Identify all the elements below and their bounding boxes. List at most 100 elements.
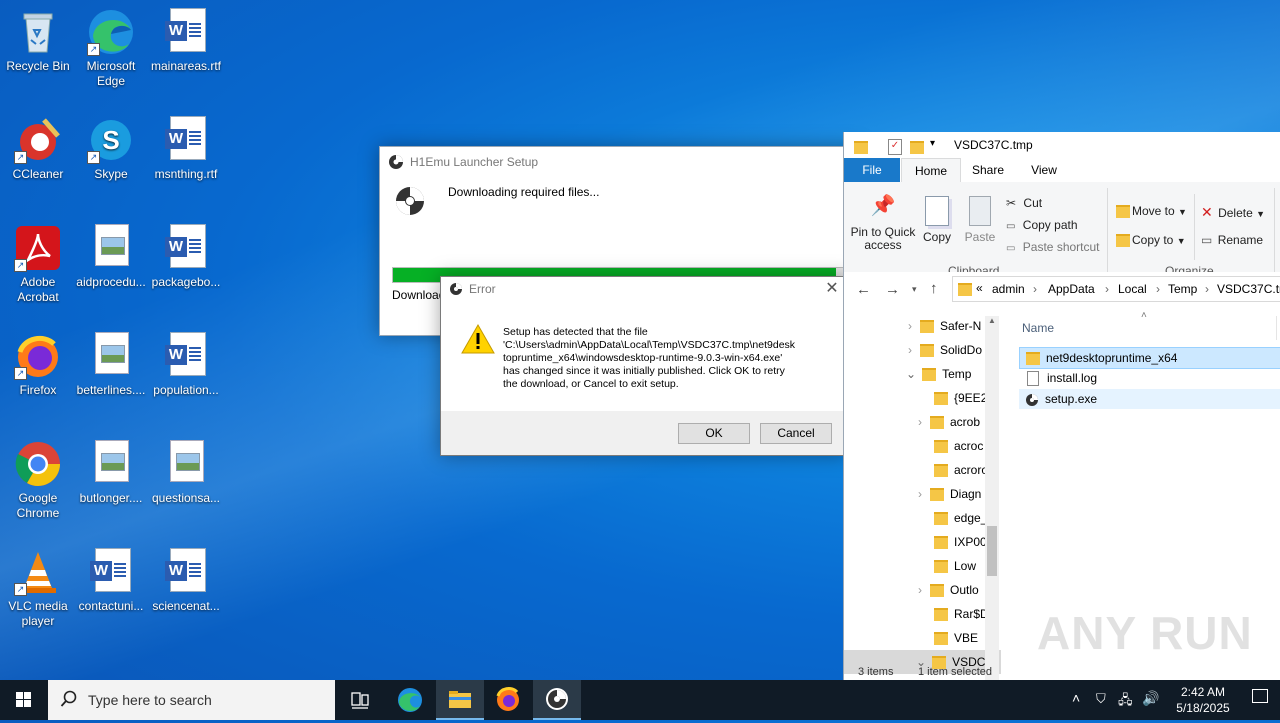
tab-file[interactable]: File	[844, 158, 900, 182]
cut-button[interactable]: ✂ Cut	[1006, 196, 1042, 210]
breadcrumb-admin[interactable]: admin	[992, 282, 1025, 296]
taskbar-firefox[interactable]	[484, 680, 532, 720]
cancel-button[interactable]: Cancel	[760, 423, 832, 444]
desktop-icon-packagebo[interactable]: W packagebo...	[148, 224, 224, 290]
paste-button[interactable]: Paste	[962, 196, 998, 244]
column-header-name[interactable]: Name	[1022, 321, 1054, 335]
desktop-icon-google-chrome[interactable]: Google Chrome	[0, 440, 76, 521]
desktop-icon-mainareas[interactable]: W mainareas.rtf	[148, 8, 224, 74]
word-document-icon: W	[162, 224, 210, 272]
desktop-icon-ccleaner[interactable]: ↗ CCleaner	[0, 116, 76, 182]
word-document-icon: W	[87, 548, 135, 596]
network-icon[interactable]: 🖧	[1118, 691, 1133, 713]
paste-shortcut-button[interactable]: ▭ Paste shortcut	[1006, 240, 1100, 254]
taskbar-file-explorer[interactable]	[436, 680, 484, 720]
copy-icon	[925, 196, 949, 226]
tab-share[interactable]: Share	[962, 158, 1014, 182]
move-to-button[interactable]: Move to ▼	[1116, 204, 1187, 219]
rename-button[interactable]: ▭ Rename	[1201, 233, 1263, 247]
breadcrumb-temp[interactable]: Temp	[1168, 282, 1197, 296]
shortcut-arrow-icon: ↗	[87, 151, 100, 164]
task-view-button[interactable]	[336, 680, 384, 720]
warning-icon	[461, 323, 495, 355]
desktop-icon-msnthing[interactable]: W msnthing.rtf	[148, 116, 224, 182]
error-dialog: Error ✕ Setup has detected that the file…	[440, 276, 848, 456]
desktop-icon-label: CCleaner	[12, 167, 64, 181]
start-button[interactable]	[0, 680, 48, 720]
ok-button[interactable]: OK	[678, 423, 750, 444]
desktop-icon-vlc[interactable]: ↗ VLC media player	[0, 548, 76, 629]
paste-shortcut-icon: ▭	[1006, 243, 1016, 254]
chevron-down-icon: ▼	[1256, 209, 1266, 219]
image-file-icon	[87, 224, 135, 272]
new-folder-icon[interactable]	[910, 141, 924, 154]
error-titlebar[interactable]: Error	[441, 277, 847, 301]
status-bar: 3 items 1 item selected	[844, 662, 1280, 680]
copy-path-icon: ▭	[1006, 221, 1016, 232]
explorer-titlebar[interactable]: ✓ ▾ VSDC37C.tmp	[844, 132, 1280, 158]
taskbar-search-box[interactable]: Type here to search	[48, 680, 335, 720]
file-name: setup.exe	[1045, 392, 1098, 406]
status-selected-count: 1 item selected	[918, 666, 992, 678]
tab-view[interactable]: View	[1018, 158, 1070, 182]
copy-to-button[interactable]: Copy to ▼	[1116, 233, 1186, 248]
clock[interactable]: 2:42 AM 5/18/2025	[1164, 684, 1242, 716]
copy-to-icon	[1116, 234, 1130, 248]
ccleaner-icon: ↗	[14, 116, 62, 164]
desktop-icon-questionsa[interactable]: questionsa...	[148, 440, 224, 506]
taskbar-setup-app[interactable]	[533, 680, 581, 720]
desktop-icon-recycle-bin[interactable]: Recycle Bin	[0, 8, 76, 74]
recent-locations-icon[interactable]: ▾	[912, 284, 917, 295]
forward-arrow-icon[interactable]: →	[885, 281, 900, 298]
desktop-icon-adobe-acrobat[interactable]: ↗ Adobe Acrobat	[0, 224, 76, 305]
desktop-icon-microsoft-edge[interactable]: ↗ Microsoft Edge	[73, 8, 149, 89]
properties-icon[interactable]: ✓	[888, 139, 902, 155]
desktop-icon-aidprocedu[interactable]: aidprocedu...	[73, 224, 149, 290]
taskbar: Type here to search ˄ ⛉ 🖧 🔊 2:42 AM 5/18…	[0, 680, 1280, 720]
delete-button[interactable]: ✕ Delete ▼	[1201, 204, 1265, 221]
shortcut-arrow-icon: ↗	[87, 43, 100, 56]
defender-icon[interactable]: ⛉	[1096, 691, 1106, 707]
chrome-icon	[14, 440, 62, 488]
ribbon-divider	[1274, 188, 1275, 276]
desktop-icon-betterlines[interactable]: betterlines....	[73, 332, 149, 398]
copy-button[interactable]: Copy	[920, 196, 954, 244]
file-row[interactable]: install.log	[1019, 368, 1280, 388]
up-arrow-icon[interactable]: ↑	[930, 280, 938, 297]
image-file-icon	[162, 440, 210, 488]
close-icon[interactable]: ✕	[821, 279, 843, 299]
desktop-icon-contactuni[interactable]: W contactuni...	[73, 548, 149, 614]
desktop-icon-skype[interactable]: S ↗ Skype	[73, 116, 149, 182]
taskbar-edge[interactable]	[386, 680, 434, 720]
breadcrumb-appdata[interactable]: AppData	[1048, 282, 1095, 296]
clock-date: 5/18/2025	[1176, 701, 1230, 715]
back-arrow-icon[interactable]: ←	[856, 281, 871, 298]
breadcrumb-overflow[interactable]: «	[976, 281, 983, 295]
watermark-text: ANY RUN	[1037, 607, 1253, 659]
copy-path-button[interactable]: ▭ Copy path	[1006, 218, 1078, 232]
notification-center-icon[interactable]	[1252, 689, 1268, 703]
error-app-icon	[449, 282, 463, 296]
desktop-icon-population[interactable]: W population...	[148, 332, 224, 398]
file-row-hover[interactable]: setup.exe	[1019, 389, 1280, 409]
volume-icon[interactable]: 🔊	[1142, 690, 1159, 707]
desktop-icon-butlonger[interactable]: butlonger....	[73, 440, 149, 506]
customize-toolbar-icon[interactable]: ▾	[930, 138, 935, 149]
file-row-selected[interactable]: net9desktopruntime_x64	[1019, 347, 1280, 369]
copy-path-label: Copy path	[1022, 218, 1078, 232]
show-hidden-icons-chevron-up-icon[interactable]: ˄	[1072, 690, 1080, 706]
column-divider	[1276, 316, 1277, 340]
rename-icon: ▭	[1201, 233, 1213, 247]
setup-titlebar[interactable]: H1Emu Launcher Setup	[380, 147, 860, 177]
breadcrumb-vsdc[interactable]: VSDC37C.tmp	[1217, 282, 1280, 296]
shortcut-arrow-icon: ↗	[14, 259, 27, 272]
address-box[interactable]: « admin › AppData › Local › Temp › VSDC3…	[952, 276, 1280, 302]
breadcrumb-local[interactable]: Local	[1118, 282, 1147, 296]
tab-home[interactable]: Home	[901, 158, 961, 183]
desktop-icon-firefox[interactable]: ↗ Firefox	[0, 332, 76, 398]
breadcrumb-separator-icon: ›	[1205, 282, 1209, 296]
paste-label: Paste	[964, 230, 996, 244]
pin-to-quick-access-button[interactable]: 📌 Pin to Quick access	[850, 196, 916, 252]
desktop-icon-label: Adobe Acrobat	[17, 275, 59, 304]
desktop-icon-sciencenat[interactable]: W sciencenat...	[148, 548, 224, 614]
